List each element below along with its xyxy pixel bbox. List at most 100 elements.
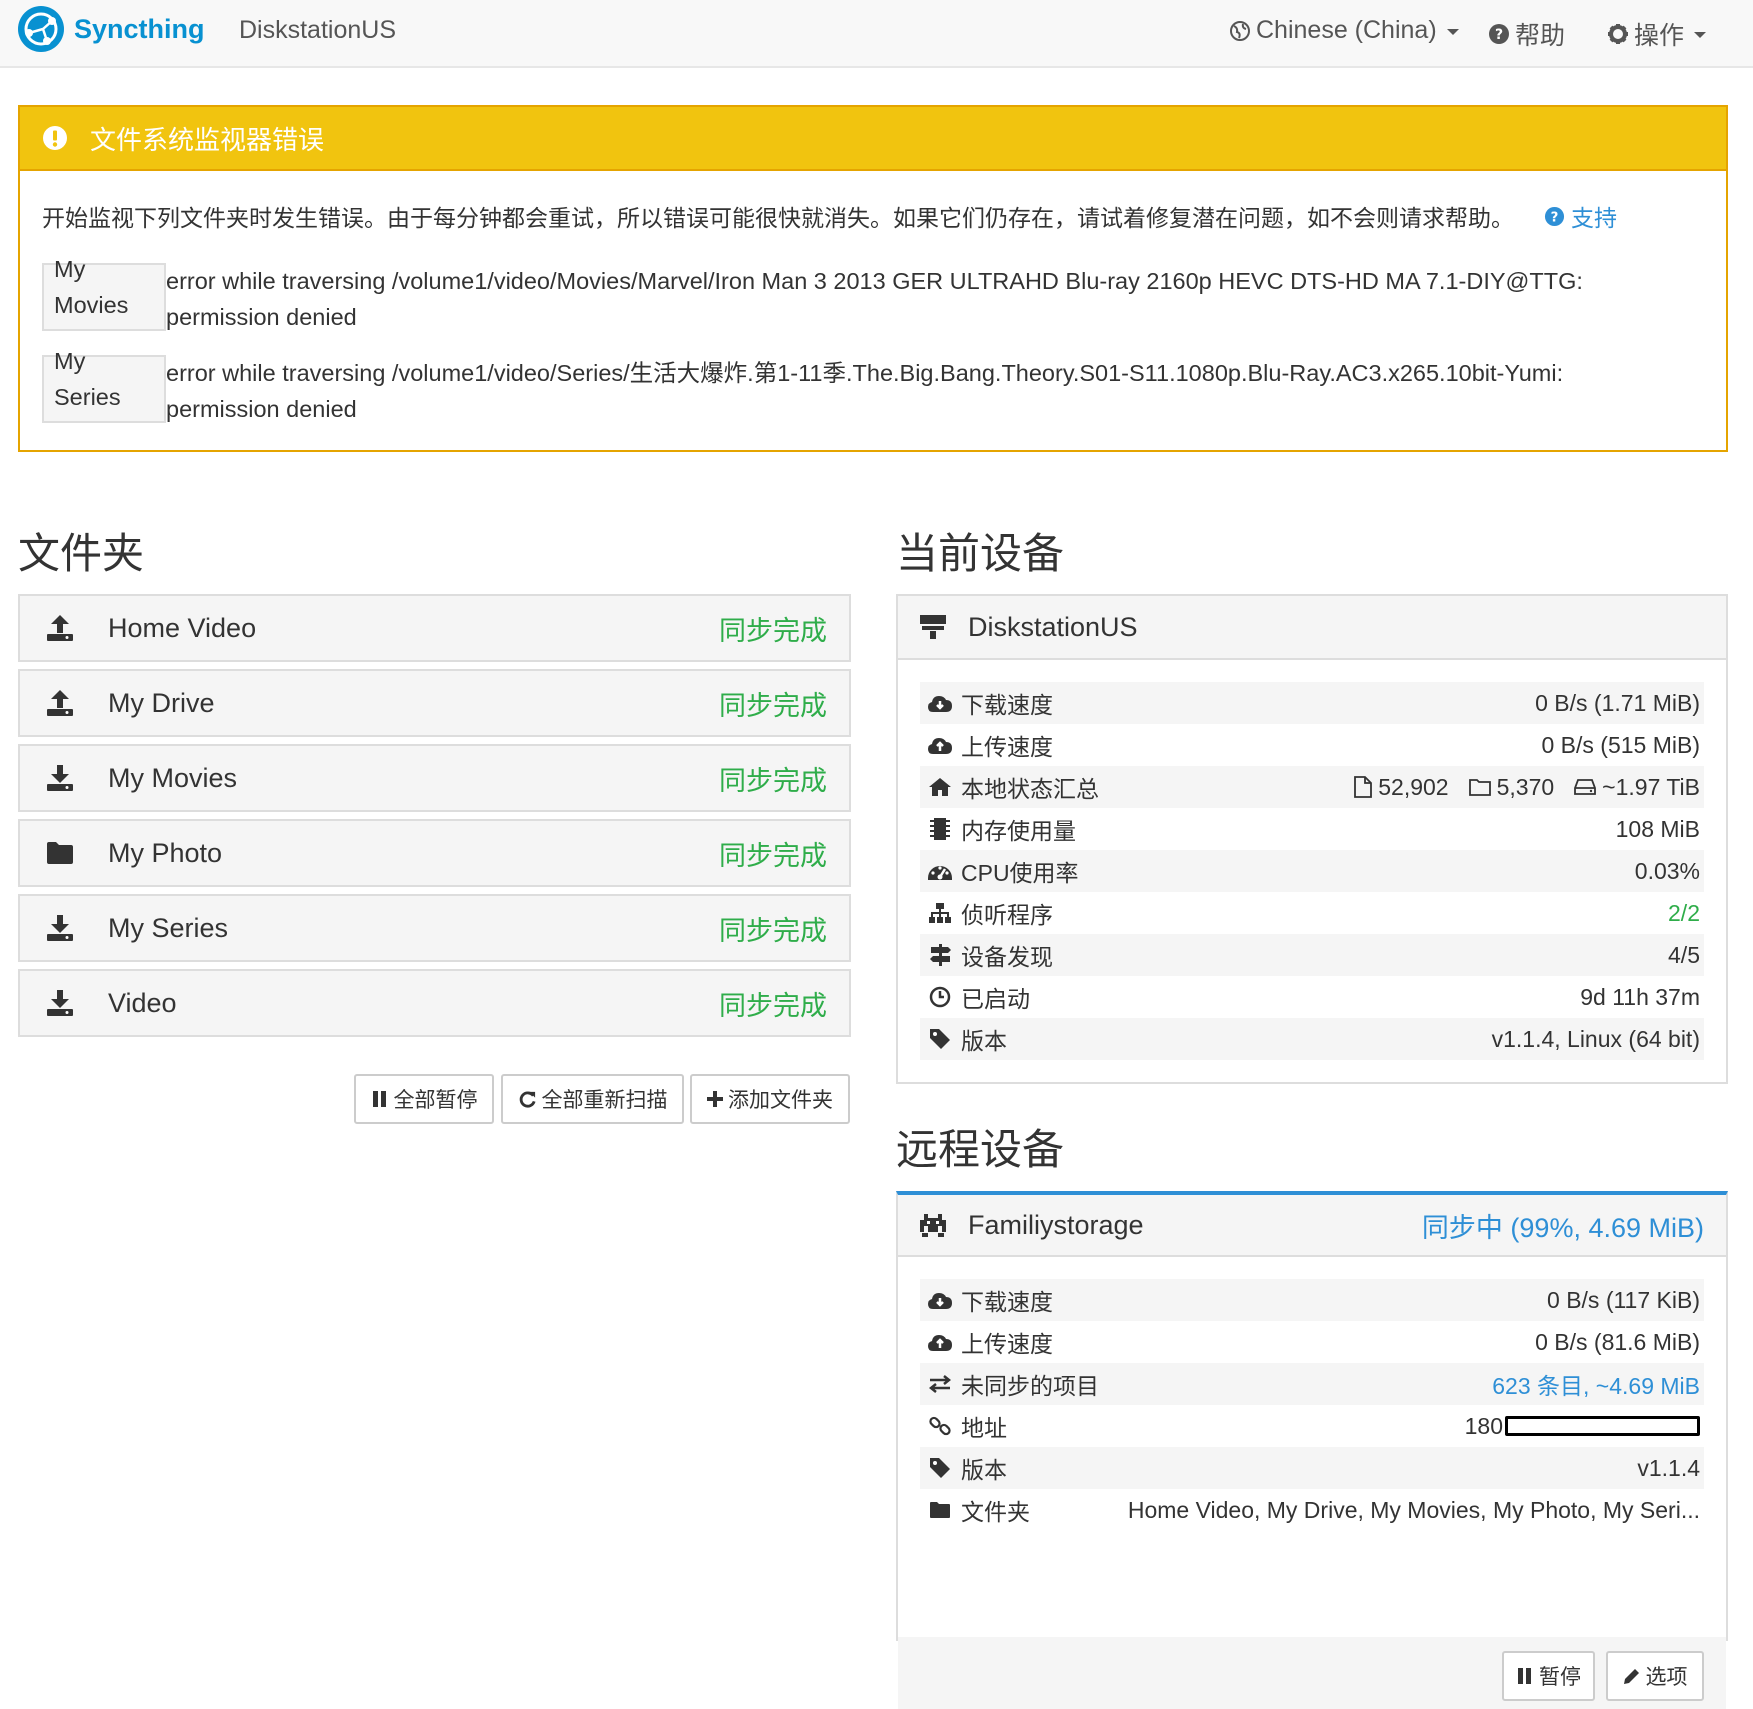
tag-icon (926, 1457, 954, 1479)
help-label: 帮助 (1515, 22, 1566, 50)
upload-icon (46, 690, 78, 716)
folder-name: Video (108, 987, 177, 1018)
stat-uptime: 已启动 9d 11h 37m (920, 976, 1704, 1018)
this-device-header[interactable]: DiskstationUS (898, 596, 1726, 660)
syncthing-logo-icon (17, 5, 65, 53)
memory-chip-icon (926, 817, 954, 841)
cloud-download-icon (926, 693, 954, 713)
pause-all-button[interactable]: 全部暂停 (354, 1074, 494, 1124)
stat-label: 设备发现 (961, 944, 1053, 970)
remote-device-footer: 暂停 选项 (898, 1637, 1726, 1709)
error-folder: My Series (42, 348, 166, 423)
edit-device-button[interactable]: 选项 (1606, 1651, 1704, 1701)
exclamation-circle-icon (42, 125, 68, 151)
actions-dropdown[interactable]: 操作 (1607, 16, 1707, 52)
stat-label: 本地状态汇总 (961, 776, 1099, 802)
server-icon (918, 614, 948, 640)
support-label: 支持 (1571, 205, 1617, 231)
clock-icon (926, 986, 954, 1008)
space-invader-icon (918, 1212, 948, 1238)
out-of-sync-link[interactable]: 623 条目, ~4.69 MiB (1492, 1367, 1700, 1401)
pause-icon (371, 1090, 389, 1108)
address-value: 180 (1464, 1412, 1503, 1439)
stat-value: v1.1.4, Linux (64 bit) (1491, 1025, 1700, 1052)
remote-device-header[interactable]: Familiystorage 同步中 (99%, 4.69 MiB) (898, 1195, 1726, 1257)
alert-title: 文件系统监视器错误 (90, 124, 325, 155)
dirs-count: 5,370 (1496, 773, 1555, 800)
stat-cpu-usage: CPU使用率 0.03% (920, 850, 1704, 892)
sitemap-icon (926, 902, 954, 924)
error-row: My Movies error while traversing /volume… (42, 256, 1646, 355)
upload-icon (46, 615, 78, 641)
folder-item-video[interactable]: Video 同步完成 (18, 969, 851, 1037)
signpost-icon (926, 944, 954, 966)
options-label: 选项 (1645, 1666, 1688, 1689)
question-circle-icon: ? (1488, 23, 1510, 45)
stat-label: 已启动 (961, 986, 1030, 1012)
actions-label: 操作 (1634, 22, 1685, 50)
folder-status: 同步完成 (719, 840, 827, 871)
chevron-down-icon (1446, 28, 1459, 35)
pause-label: 暂停 (1539, 1666, 1581, 1689)
rescan-all-label: 全部重新扫描 (541, 1089, 668, 1112)
stat-discovery: 设备发现 4/5 (920, 934, 1704, 976)
language-label: Chinese (China) (1256, 16, 1437, 44)
remote-device-name: Familiystorage (968, 1209, 1144, 1240)
stat-upload-rate: 上传速度 0 B/s (81.6 MiB) (920, 1321, 1704, 1363)
remote-device-status: 同步中 (99%, 4.69 MiB) (1421, 1212, 1704, 1243)
disk-size: ~1.97 TiB (1602, 773, 1700, 800)
folder-item-my-photo[interactable]: My Photo 同步完成 (18, 819, 851, 887)
exchange-icon (926, 1374, 954, 1394)
stat-folders: 文件夹 Home Video, My Drive, My Movies, My … (920, 1489, 1704, 1531)
remote-device-stats: 下载速度 0 B/s (117 KiB) 上传速度 0 B/s (81.6 Mi… (898, 1257, 1726, 1531)
folder-item-home-video[interactable]: Home Video 同步完成 (18, 594, 851, 662)
language-dropdown[interactable]: Chinese (China) (1229, 16, 1459, 45)
tag-icon (926, 1028, 954, 1050)
folder-item-my-drive[interactable]: My Drive 同步完成 (18, 669, 851, 737)
folder-icon (926, 1501, 954, 1519)
stat-value: 0.03% (1634, 857, 1700, 884)
stat-label: 下载速度 (961, 1289, 1053, 1315)
folder-item-my-movies[interactable]: My Movies 同步完成 (18, 744, 851, 812)
folder-name: Home Video (108, 612, 257, 643)
stat-address: 地址 180 (920, 1405, 1704, 1447)
brand[interactable]: Syncthing (17, 5, 205, 53)
remote-device-panel: Familiystorage 同步中 (99%, 4.69 MiB) 下载速度 … (896, 1191, 1728, 1709)
stat-download-rate: 下载速度 0 B/s (1.71 MiB) (920, 682, 1704, 724)
stat-label: 上传速度 (961, 1331, 1053, 1357)
navbar: Syncthing DiskstationUS Chinese (China) … (0, 0, 1753, 68)
help-menu[interactable]: ? 帮助 (1488, 16, 1565, 52)
this-device-panel: DiskstationUS 下载速度 0 B/s (1.71 MiB) 上传速度… (896, 594, 1728, 1084)
this-device-stats: 下载速度 0 B/s (1.71 MiB) 上传速度 0 B/s (515 Mi… (898, 660, 1726, 1060)
stat-label: 版本 (961, 1457, 1007, 1483)
error-folder: My Movies (42, 256, 166, 331)
folder-item-my-series[interactable]: My Series 同步完成 (18, 894, 851, 962)
link-icon (926, 1415, 954, 1437)
question-circle-icon: ? (1544, 206, 1565, 227)
stat-label: 上传速度 (961, 734, 1053, 760)
stat-value: 2/2 (1668, 899, 1700, 926)
stat-value: 0 B/s (117 KiB) (1547, 1286, 1700, 1313)
stat-label: CPU使用率 (961, 860, 1079, 886)
remote-devices-heading: 远程设备 (896, 1126, 1065, 1173)
stat-label: 文件夹 (961, 1499, 1030, 1525)
fs-watcher-error-panel: 文件系统监视器错误 开始监视下列文件夹时发生错误。由于每分钟都会重试，所以错误可… (18, 105, 1728, 452)
chevron-down-icon (1694, 32, 1707, 38)
support-link[interactable]: ? 支持 (1544, 199, 1617, 233)
stat-version: 版本 v1.1.4, Linux (64 bit) (920, 1018, 1704, 1060)
alert-header: 文件系统监视器错误 (20, 107, 1726, 171)
pause-device-button[interactable]: 暂停 (1502, 1651, 1595, 1701)
error-table: My Movies error while traversing /volume… (42, 256, 1646, 447)
stat-value: 0 B/s (81.6 MiB) (1535, 1328, 1700, 1355)
stat-label: 版本 (961, 1028, 1007, 1054)
rescan-all-button[interactable]: 全部重新扫描 (501, 1074, 684, 1124)
stat-value: 4/5 (1668, 941, 1700, 968)
add-folder-button[interactable]: 添加文件夹 (690, 1074, 850, 1124)
cloud-upload-icon (926, 1332, 954, 1352)
error-row: My Series error while traversing /volume… (42, 348, 1646, 447)
folder-status: 同步完成 (719, 615, 827, 646)
pencil-icon (1623, 1667, 1641, 1685)
home-icon (926, 777, 954, 797)
download-icon (46, 990, 78, 1016)
stat-value: 9d 11h 37m (1580, 983, 1700, 1010)
